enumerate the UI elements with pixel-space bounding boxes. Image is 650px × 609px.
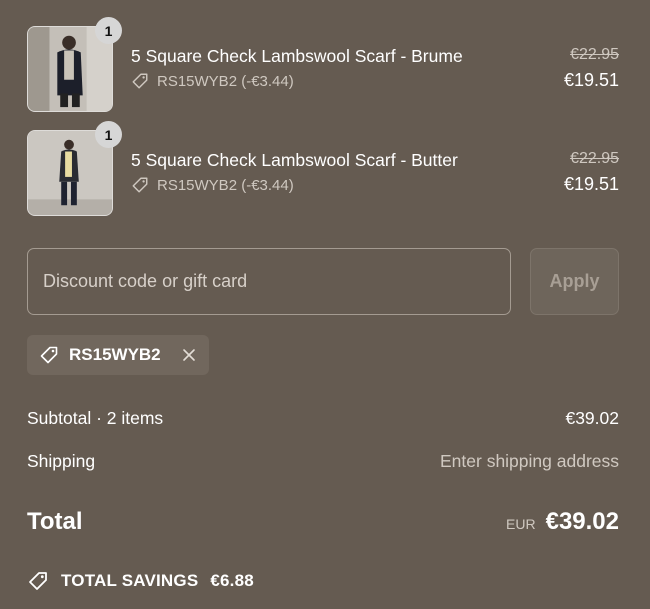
total-value: €39.02	[545, 508, 619, 535]
total-value-group: EUR €39.02	[506, 508, 619, 536]
product-thumbnail-wrapper: 1	[27, 121, 122, 216]
original-price: €22.95	[570, 46, 619, 63]
item-discount-label: RS15WYB2 (-€3.44)	[157, 176, 294, 194]
total-label: Total	[27, 508, 83, 535]
applied-discount-chip: RS15WYB2	[27, 335, 209, 375]
applied-code-label: RS15WYB2	[69, 345, 161, 364]
discount-tag-icon	[132, 177, 148, 193]
line-item: 1 5 Square Check Lambswool Scarf - Butte…	[27, 121, 619, 216]
product-title: 5 Square Check Lambswool Scarf - Brume	[131, 46, 463, 66]
subtotal-label: Subtotal · 2 items	[27, 408, 164, 428]
product-thumbnail-wrapper: 1	[27, 17, 122, 112]
shipping-label: Shipping	[27, 451, 96, 471]
shipping-value: Enter shipping address	[440, 451, 619, 471]
item-discount: RS15WYB2 (-€3.44)	[131, 176, 294, 194]
savings-value: €6.88	[210, 571, 254, 590]
discount-code-input[interactable]	[27, 248, 511, 315]
final-price: €19.51	[563, 70, 619, 90]
item-discount-label: RS15WYB2 (-€3.44)	[157, 72, 294, 90]
discount-tag-icon	[40, 346, 58, 364]
order-summary: 1 5 Square Check Lambswool Scarf - Brume…	[27, 0, 619, 609]
quantity-badge: 1	[95, 121, 122, 148]
apply-button[interactable]: Apply	[530, 248, 619, 315]
product-title: 5 Square Check Lambswool Scarf - Butter	[131, 150, 458, 170]
quantity-badge: 1	[95, 17, 122, 44]
subtotal-value: €39.02	[565, 408, 619, 428]
discount-tag-icon	[132, 73, 148, 89]
total-savings: TOTAL SAVINGS €6.88	[27, 570, 254, 592]
line-item: 1 5 Square Check Lambswool Scarf - Brume…	[27, 17, 619, 112]
savings-label: TOTAL SAVINGS	[61, 571, 199, 590]
currency-code: EUR	[506, 516, 536, 532]
close-icon[interactable]	[181, 347, 197, 363]
original-price: €22.95	[570, 150, 619, 167]
discount-tag-icon	[29, 572, 47, 590]
item-discount: RS15WYB2 (-€3.44)	[131, 72, 294, 90]
final-price: €19.51	[563, 174, 619, 194]
discount-form: Apply	[27, 248, 619, 315]
